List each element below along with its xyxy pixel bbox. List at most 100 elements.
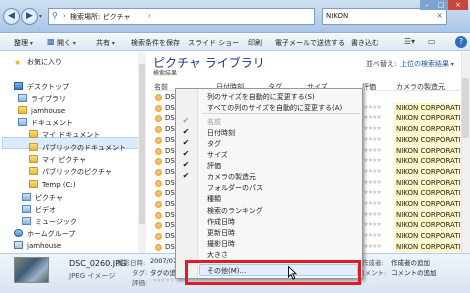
context-menu-item[interactable]: 大きさ [207,250,228,260]
nav-label: ピクチャ [35,194,63,202]
checkmark-icon: ✔ [182,127,190,136]
organize-button[interactable]: 整理 [14,38,33,48]
camera-maker-cell: NIKON CORPORATION [394,199,460,209]
nav-public-documents[interactable]: パブリックのドキュメント [29,143,126,154]
email-button[interactable]: 電子メールで送信する [275,38,345,48]
context-menu-item[interactable]: フォルダーのパス [207,183,263,193]
address-bar[interactable]: ⚲ › 検索場所: ピクチャ › ↻ [48,8,359,25]
share-button[interactable]: 共有 [96,38,115,48]
burn-button[interactable]: 書き込む [351,38,379,48]
search-folder-icon: ⚲ [52,11,58,20]
save-search-button[interactable]: 検索条件を保存 [131,38,180,48]
nav-label: パブリックのドキュメント [42,144,126,152]
search-input[interactable]: NIKON [326,12,348,20]
view-options-icon[interactable]: ☰▾ [404,37,415,46]
nav-label: jamhouse [31,107,66,115]
nav-public-pictures[interactable]: パブリックのピクチャ [29,167,112,178]
open-button[interactable]: 開く [57,38,76,48]
context-menu-item[interactable]: 評価 [207,161,221,171]
column-rating[interactable]: 評価 [362,82,376,92]
nav-temp-drive[interactable]: Temp (C:) [29,180,76,191]
nav-libraries[interactable]: ライブラリ [18,94,66,105]
window-controls: – □ × [420,0,468,12]
context-menu-item[interactable]: 日付時刻 [207,128,235,138]
nav-my-documents[interactable]: マイ ドキュメント [29,130,100,141]
nav-label: お気に入り [27,58,62,66]
context-menu-item[interactable]: 検索のランキング [207,206,263,216]
library-subtitle: 検索結果 [153,70,178,77]
context-menu-item[interactable]: サイズ [207,150,228,160]
user-folder-icon [18,106,27,114]
documents-library-icon [18,118,27,126]
jpeg-file-icon [155,147,162,155]
checkmark-icon: ✔ [182,149,190,158]
nav-label: ミュージック [35,218,77,226]
recent-pages-icon[interactable]: ▾ [39,13,42,20]
arrange-by-dropdown[interactable]: 上位の検索結果 [400,59,454,69]
close-button[interactable]: × [448,0,468,10]
nav-computer-jamhouse[interactable]: jamhouse [14,241,61,252]
checkmark-icon: ✔ [182,138,190,147]
back-button[interactable]: ◀ [3,8,20,25]
nav-videos[interactable]: ビデオ [22,205,56,216]
nav-documents[interactable]: ドキュメント [18,118,73,129]
forward-button[interactable]: ▶ [21,8,38,25]
context-menu-item[interactable]: 作成日時 [207,217,235,227]
maximize-button[interactable]: □ [434,0,448,10]
minimize-button[interactable]: – [420,0,434,10]
details-tag-label: タグ: [132,269,148,277]
nav-desktop[interactable]: デスクトップ [14,82,69,93]
chevron-right-icon[interactable]: › [148,12,151,20]
camera-maker-cell: NIKON CORPORATION [394,241,460,252]
chevron-right-icon: › [63,12,66,20]
nav-user-jamhouse[interactable]: jamhouse [18,106,65,117]
details-author-value[interactable]: 作成者の追加 [391,257,430,267]
nav-favorites[interactable]: ★ お気に入り [14,57,62,68]
pictures-library-icon [22,193,31,201]
nav-pictures[interactable]: ピクチャ [22,193,63,204]
jpeg-file-icon [155,94,162,101]
jpeg-file-icon [155,126,162,134]
nav-label: パブリックのピクチャ [42,168,112,176]
context-menu-item[interactable]: 種類 [207,194,221,204]
music-library-icon [22,217,31,225]
print-button[interactable]: 印刷 [248,38,262,48]
context-menu-item[interactable]: すべての列のサイズを自動的に変更する(A) [207,103,342,113]
nav-label: ドキュメント [31,119,73,127]
camera-maker-cell: NIKON CORPORATION [394,102,460,113]
camera-maker-cell: NIKON CORPORATION [394,113,460,124]
nav-music[interactable]: ミュージック [22,217,77,228]
clear-search-icon[interactable]: × [436,11,443,20]
content-scrollbar-thumb[interactable] [462,78,469,138]
nav-homegroup[interactable]: ホームグループ [14,229,75,240]
nav-my-pictures[interactable]: マイ ピクチャ [29,155,86,166]
jpeg-file-icon [155,222,162,230]
context-menu-item[interactable]: タグ [207,139,221,149]
folder-icon [29,180,38,188]
column-name[interactable]: 名前 [154,82,168,92]
camera-maker-cell: NIKON CORPORATION [394,145,460,156]
address-path[interactable]: 検索場所: ピクチャ [70,12,131,22]
context-menu-item[interactable]: 撮影日時 [207,239,235,249]
details-comment-value[interactable]: コメントの追加 [391,267,437,277]
help-icon[interactable]: ? [455,36,467,48]
nav-scrollbar-thumb[interactable] [139,64,145,224]
context-menu-item[interactable]: 列のサイズを自動的に変更する(S) [207,92,315,102]
jpeg-file-icon [155,158,162,166]
context-menu-item[interactable]: カメラの製造元 [207,172,256,182]
details-rating-stars[interactable]: ★★★★★ [152,277,175,284]
column-camera-maker[interactable]: カメラの製造元 [396,82,445,92]
nav-label: マイ ドキュメント [42,131,101,139]
details-author-label: 作成者: [362,259,384,267]
title-bar: ◀ ▶ ▾ ⚲ › 検索場所: ピクチャ › ↻ NIKON × – □ × [0,0,470,33]
jpeg-file-icon [155,201,162,208]
annotation-highlight-box [185,260,361,285]
homegroup-icon [14,229,23,237]
command-bar: 整理 ▩ 開く 共有 検索条件を保存 スライド ショー 印刷 電子メールで送信す… [0,34,470,51]
camera-maker-cell: NIKON CORPORATION [394,220,460,231]
context-menu-item[interactable]: 更新日時 [207,228,235,238]
preview-pane-icon[interactable]: ▭ [428,37,436,46]
slideshow-button[interactable]: スライド ショー [188,38,239,48]
jpeg-file-icon [155,179,162,187]
jpeg-file-icon [155,168,162,176]
